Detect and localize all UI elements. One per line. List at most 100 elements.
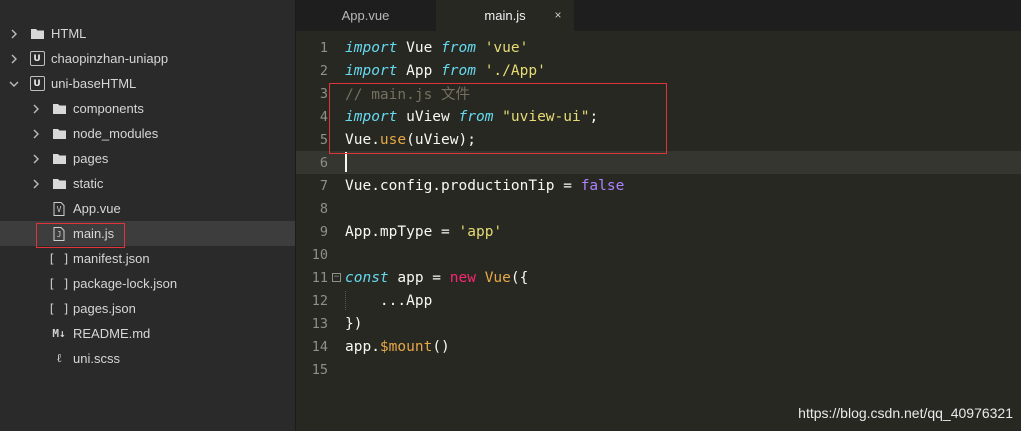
line-number: 9 <box>319 223 328 240</box>
tree-item-label: components <box>73 101 144 116</box>
code-text: }) <box>345 316 362 332</box>
tree-item-uni-basehtml[interactable]: Uuni-baseHTML <box>0 71 295 96</box>
line-number: 8 <box>319 200 328 217</box>
code-token: './App' <box>484 62 546 79</box>
code-line[interactable]: 6 <box>296 151 1021 174</box>
code-token: ...App <box>345 292 433 309</box>
tree-item-label: manifest.json <box>73 251 150 266</box>
code-line[interactable]: 12 ...App <box>296 289 1021 312</box>
chevron-right-icon[interactable] <box>30 128 42 140</box>
code-editor[interactable]: 1 import Vue from 'vue' 2 import App from '… <box>296 31 1021 431</box>
chevron-right-icon[interactable] <box>30 103 42 115</box>
project-explorer: HTML Uchaopinzhan-uniapp Uuni-baseHTML comp… <box>0 0 296 431</box>
code-text: import Vue from 'vue' <box>345 40 528 56</box>
code-line[interactable]: 1 import Vue from 'vue' <box>296 36 1021 59</box>
tab-main-js[interactable]: main.js × <box>436 0 574 31</box>
code-token: from <box>441 39 476 56</box>
chevron-right-icon[interactable] <box>30 178 42 190</box>
line-number: 2 <box>319 62 328 79</box>
scss-file-icon: ℓ <box>56 351 62 365</box>
tree-item-label: package-lock.json <box>73 276 178 291</box>
chevron-right-icon[interactable] <box>8 28 20 40</box>
json-file-icon: [ ] <box>48 251 70 266</box>
code-text: import App from './App' <box>345 63 546 79</box>
tree-item-html[interactable]: HTML <box>0 21 295 46</box>
code-token: Vue <box>397 39 442 56</box>
folder-icon <box>29 26 45 42</box>
tab-label: App.vue <box>341 8 390 23</box>
code-line[interactable]: 13}) <box>296 312 1021 335</box>
line-number: 12 <box>311 292 328 309</box>
tab-label: main.js <box>484 8 526 23</box>
tree-item-label: pages.json <box>73 301 136 316</box>
folder-icon <box>51 101 67 117</box>
folder-icon <box>51 176 67 192</box>
line-number: 15 <box>311 361 328 378</box>
code-token: 'app' <box>458 223 503 240</box>
markdown-file-icon: M↓ <box>52 327 66 340</box>
code-line[interactable]: 10 <box>296 243 1021 266</box>
tree-item-label: static <box>73 176 104 191</box>
line-number: 13 <box>311 315 328 332</box>
tree-item-static[interactable]: static <box>0 171 295 196</box>
tree-item-pages-json[interactable]: [ ] pages.json <box>0 296 295 321</box>
tree-item-app-vue[interactable]: V App.vue <box>0 196 295 221</box>
tree-item-package-lock-json[interactable]: [ ] package-lock.json <box>0 271 295 296</box>
chevron-right-icon[interactable] <box>30 153 42 165</box>
code-line[interactable]: 2 import App from './App' <box>296 59 1021 82</box>
line-number: 5 <box>319 131 328 148</box>
line-number: 6 <box>319 154 328 171</box>
code-line[interactable]: 15 <box>296 358 1021 381</box>
tab-app-vue[interactable]: App.vue <box>296 0 435 31</box>
code-text: Vue.config.productionTip = false <box>345 178 624 194</box>
chevron-right-icon[interactable] <box>8 53 20 65</box>
tree-item-components[interactable]: components <box>0 96 295 121</box>
close-icon[interactable]: × <box>552 9 564 21</box>
folder-icon <box>51 151 67 167</box>
indent-guide <box>345 291 346 310</box>
tree-item-node-modules[interactable]: node_modules <box>0 121 295 146</box>
code-token: new <box>449 269 476 286</box>
vue-file-icon: V <box>51 201 67 217</box>
code-token: }) <box>345 315 363 332</box>
code-token: app = <box>388 269 450 286</box>
line-number: 10 <box>311 246 328 263</box>
code-token: Vue.config.productionTip = <box>345 177 581 194</box>
fold-toggle-icon[interactable]: − <box>332 273 341 282</box>
uniapp-project-icon: U <box>29 76 45 92</box>
tree-item-manifest-json[interactable]: [ ] manifest.json <box>0 246 295 271</box>
tree-item-label: HTML <box>51 26 87 41</box>
tree-item-readme-md[interactable]: M↓ README.md <box>0 321 295 346</box>
code-token: () <box>432 338 450 355</box>
code-token: 'vue' <box>484 39 529 56</box>
tree-item-chaopinzhan-uniapp[interactable]: Uchaopinzhan-uniapp <box>0 46 295 71</box>
code-token: $mount <box>379 338 433 355</box>
line-number: 14 <box>311 338 328 355</box>
line-number: 3 <box>319 85 328 102</box>
code-line[interactable]: 14 app.$mount() <box>296 335 1021 358</box>
code-line[interactable]: 9 App.mpType = 'app' <box>296 220 1021 243</box>
code-token: import <box>345 39 398 56</box>
tree-item-label: pages <box>73 151 109 166</box>
tree-item-label: uni.scss <box>73 351 120 366</box>
code-token: app. <box>345 338 380 355</box>
tree-item-label: README.md <box>73 326 151 341</box>
code-line[interactable]: 11− const app = new Vue({ <box>296 266 1021 289</box>
tree-item-uni-scss[interactable]: ℓ uni.scss <box>0 346 295 371</box>
chevron-down-icon[interactable] <box>8 78 20 90</box>
code-token: App <box>397 62 442 79</box>
code-text: ...App <box>345 293 432 309</box>
code-token: false <box>580 177 625 194</box>
tree-item-pages[interactable]: pages <box>0 146 295 171</box>
code-line[interactable]: 8 <box>296 197 1021 220</box>
json-file-icon: [ ] <box>48 301 70 316</box>
code-line[interactable]: 7 Vue.config.productionTip = false <box>296 174 1021 197</box>
selection-annotation-box <box>36 223 125 248</box>
